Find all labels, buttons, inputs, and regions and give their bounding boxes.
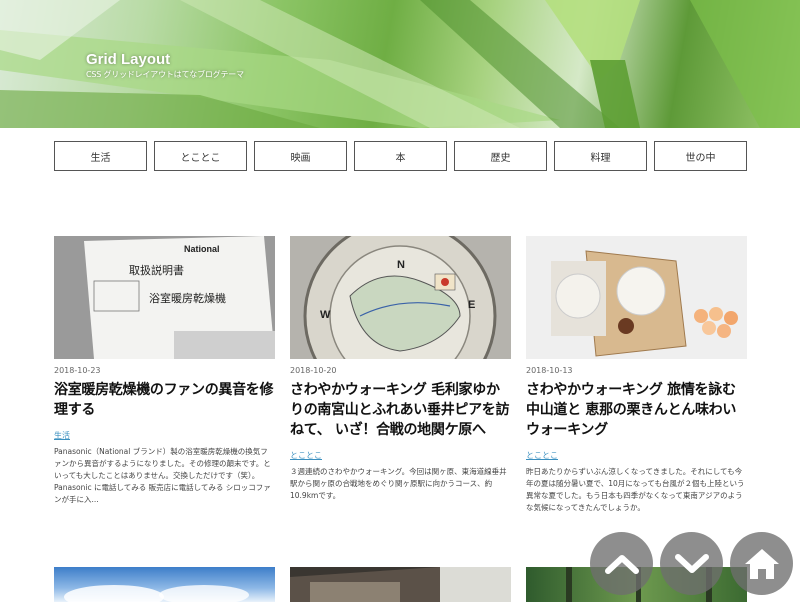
post-category-link[interactable]: とことこ	[290, 450, 322, 461]
chevron-up-icon	[604, 554, 639, 574]
post-excerpt: Panasonic（National ブランド）製の浴室暖房乾燥機の換気ファンか…	[54, 447, 271, 504]
post-category-link[interactable]: とことこ	[526, 450, 558, 461]
post-title[interactable]: さわやかウォーキング 旅情を詠む中山道と 恵那の栗きんとん味わいウォーキング	[526, 380, 747, 440]
image-west-text: W	[320, 309, 331, 321]
post-card: National 取扱説明書 浴室暖房乾燥機 2018-10-23 浴室暖房乾燥…	[54, 236, 275, 506]
post-excerpt: ３週連続のさわやかウォーキング。今回は関ヶ原、東海道線垂井駅から関ヶ原の合戦地を…	[290, 467, 507, 500]
post-thumbnail[interactable]: N W E	[290, 236, 511, 359]
image-brand-text: National	[184, 244, 220, 254]
post-category-link[interactable]: 生活	[54, 430, 70, 441]
nav-item-yononaka[interactable]: 世の中	[654, 141, 747, 171]
home-button[interactable]	[730, 532, 793, 595]
scroll-down-button[interactable]	[660, 532, 723, 595]
image-product-text: 浴室暖房乾燥機	[149, 291, 226, 305]
post-title[interactable]: さわやかウォーキング 毛利家ゆかりの南宮山とふれあい垂井ピアを訪ねて、 いざ！合…	[290, 380, 511, 440]
nav-item-tokotoko[interactable]: とことこ	[154, 141, 247, 171]
post-thumbnail[interactable]	[526, 236, 747, 359]
post-thumbnail[interactable]	[54, 567, 275, 602]
nav-item-eiga[interactable]: 映画	[254, 141, 347, 171]
chevron-down-icon	[674, 553, 709, 573]
site-title[interactable]: Grid Layout	[86, 51, 170, 68]
post-date: 2018-10-13	[526, 366, 573, 375]
header-banner: Grid Layout CSS グリッドレイアウトはてなブログテーマ	[0, 0, 800, 128]
scroll-up-button[interactable]	[590, 532, 653, 595]
image-north-text: N	[397, 259, 405, 271]
image-east-text: E	[468, 299, 475, 311]
post-card: N W E 2018-10-20 さわやかウォーキング 毛利家ゆかりの南宮山とふ…	[290, 236, 511, 502]
post-card: 2018-10-13 さわやかウォーキング 旅情を詠む中山道と 恵那の栗きんとん…	[526, 236, 747, 514]
post-date: 2018-10-23	[54, 366, 101, 375]
category-nav: 生活 とことこ 映画 本 歴史 料理 世の中	[54, 141, 747, 171]
post-thumbnail[interactable]: National 取扱説明書 浴室暖房乾燥機	[54, 236, 275, 359]
site-tagline: CSS グリッドレイアウトはてなブログテーマ	[86, 70, 244, 79]
post-excerpt: 昨日あたりからずいぶん涼しくなってきました。それにしても今年の夏は随分暑い夏で、…	[526, 467, 745, 512]
nav-item-rekishi[interactable]: 歴史	[454, 141, 547, 171]
nav-item-hon[interactable]: 本	[354, 141, 447, 171]
nav-item-seikatsu[interactable]: 生活	[54, 141, 147, 171]
nav-item-ryori[interactable]: 料理	[554, 141, 647, 171]
image-doc-text: 取扱説明書	[129, 263, 184, 277]
post-title[interactable]: 浴室暖房乾燥機のファンの異音を修理する	[54, 380, 275, 420]
home-icon	[744, 548, 779, 579]
post-thumbnail[interactable]	[290, 567, 511, 602]
post-date: 2018-10-20	[290, 366, 337, 375]
